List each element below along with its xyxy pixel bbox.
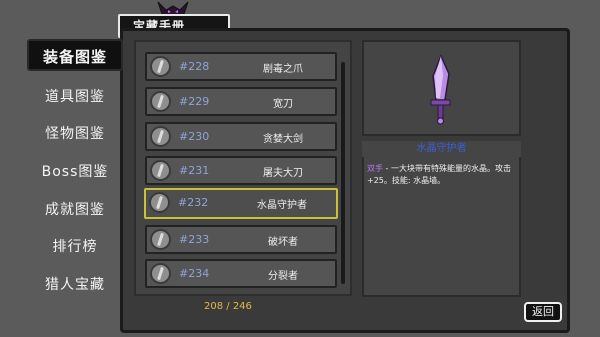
item-number: #228 [179,60,210,73]
weapon-icon [150,126,171,147]
item-name: 贪婪大剑 [263,134,303,145]
item-tag: 双手 [367,164,383,173]
list-item[interactable]: #230 贪婪大剑 [145,122,337,151]
category-sidebar: 装备图鉴 道具图鉴 怪物图鉴 Boss图鉴 成就图鉴 排行榜 猎人宝藏 [27,37,123,307]
list-item[interactable]: #234 分裂者 [145,259,337,288]
sidebar-item-monsters[interactable]: 怪物图鉴 [27,118,123,150]
sidebar-item-boss[interactable]: Boss图鉴 [27,156,123,188]
weapon-icon [150,56,171,77]
list-scrollbar[interactable] [341,62,345,284]
sidebar-item-equipment[interactable]: 装备图鉴 [27,39,123,71]
weapon-icon [150,263,171,284]
equipment-list: #228 剧毒之爪 #229 宽刀 #230 贪婪大剑 #231 屠夫大刀 #2… [134,40,352,296]
sidebar-item-leaderboard[interactable]: 排行榜 [27,231,123,263]
item-name: 分裂者 [268,271,298,282]
list-item[interactable]: #229 宽刀 [145,87,337,116]
list-item-selected[interactable]: #232 水晶守护者 [144,188,338,219]
sidebar-item-hunter-treasure[interactable]: 猎人宝藏 [27,269,123,301]
item-description-text: - 一大块带有特殊能量的水晶。攻击+25。技能: 水晶墙。 [367,164,511,185]
sidebar-item-items[interactable]: 道具图鉴 [27,81,123,113]
item-number: #234 [179,267,210,280]
weapon-icon [150,229,171,250]
weapon-icon [150,160,171,181]
item-name: 水晶守护者 [257,200,307,211]
item-number: #232 [178,196,209,209]
item-name: 剧毒之爪 [263,64,303,75]
weapon-icon [150,91,171,112]
back-button[interactable]: 返回 [524,302,562,322]
weapon-icon [149,192,170,213]
list-item[interactable]: #231 屠夫大刀 [145,156,337,185]
item-name: 屠夫大刀 [263,168,303,179]
item-number: #231 [179,164,210,177]
item-number: #230 [179,130,210,143]
item-description: 双手 - 一大块带有特殊能量的水晶。攻击+25。技能: 水晶墙。 [367,163,517,187]
item-name: 宽刀 [273,99,293,110]
item-number: #233 [179,233,210,246]
list-item[interactable]: #228 剧毒之爪 [145,52,337,81]
sidebar-item-achievements[interactable]: 成就图鉴 [27,194,123,226]
crystal-sword-icon [430,54,451,125]
item-name: 破坏者 [268,237,298,248]
item-title: 水晶守护者 [362,141,521,157]
item-number: #229 [179,95,210,108]
collection-count: 208 / 246 [204,301,252,312]
list-item[interactable]: #233 破坏者 [145,225,337,254]
